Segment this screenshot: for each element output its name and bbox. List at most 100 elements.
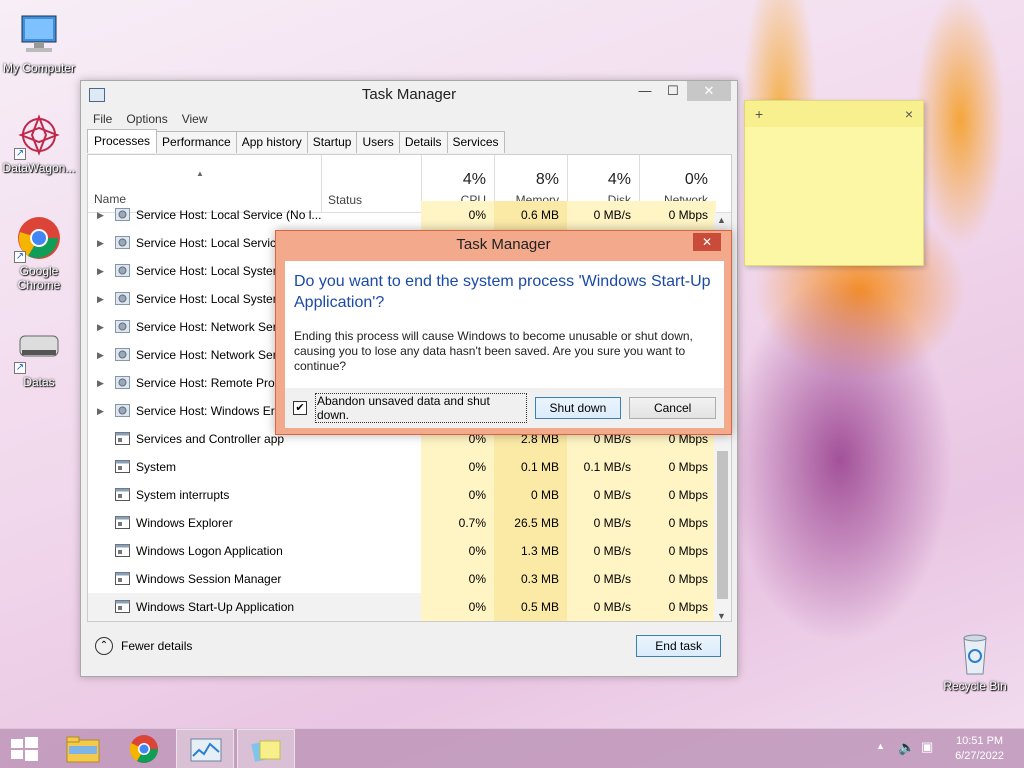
taskbar-clock[interactable]: 10:51 PM 6/27/2022 — [955, 734, 1004, 764]
computer-icon — [16, 12, 62, 58]
checkbox-label[interactable]: Abandon unsaved data and shut down. — [314, 393, 527, 423]
chrome-icon — [129, 735, 158, 763]
process-window-icon — [115, 488, 130, 501]
tab-details[interactable]: Details — [398, 131, 448, 153]
process-window-icon — [115, 600, 130, 613]
process-name: System — [136, 460, 177, 474]
shut-down-button[interactable]: Shut down — [534, 397, 622, 419]
memory-cell: 0.1 MB — [494, 453, 567, 481]
shortcut-arrow-icon: ↗ — [14, 362, 26, 374]
disk-cell: 0.1 MB/s — [567, 453, 639, 481]
network-cell: 0 Mbps — [639, 453, 716, 481]
tab-processes[interactable]: Processes — [87, 129, 158, 153]
desktop-icon-google-chrome[interactable]: ↗ Google Chrome — [1, 215, 77, 292]
fewer-details-button[interactable]: ⌃ Fewer details — [95, 637, 192, 655]
tab-app-history[interactable]: App history — [235, 131, 308, 153]
process-name: Services and Controller app — [136, 432, 285, 446]
dialog-close-icon[interactable]: ✕ — [693, 233, 721, 251]
taskbar-file-explorer[interactable] — [55, 729, 113, 768]
network-cell: 0 Mbps — [639, 565, 716, 593]
cpu-cell: 0% — [421, 481, 494, 509]
expand-chevron-icon[interactable]: ▶ — [97, 341, 104, 369]
desktop-icon-recycle-bin[interactable]: Recycle Bin — [937, 630, 1013, 693]
table-row[interactable]: Windows Session Manager 0% 0.3 MB 0 MB/s 0 M… — [88, 565, 716, 593]
task-manager-app-icon — [89, 88, 105, 102]
process-name: Service Host: Network Serv — [136, 320, 283, 334]
desktop-icon-datas[interactable]: ↗ Datas — [1, 326, 77, 389]
taskbar-task-manager[interactable] — [176, 729, 234, 768]
scroll-down-icon[interactable]: ▼ — [717, 611, 726, 621]
expand-chevron-icon[interactable]: ▶ — [97, 257, 104, 285]
disk-cell: 0 MB/s — [567, 593, 639, 621]
cpu-cell: 0.7% — [421, 509, 494, 537]
service-gear-icon — [115, 264, 130, 277]
expand-chevron-icon[interactable]: ▶ — [97, 369, 104, 397]
window-titlebar[interactable]: Task Manager — ☐ ✕ — [81, 81, 737, 109]
disk-total-pct: 4% — [607, 171, 631, 188]
expand-chevron-icon[interactable]: ▶ — [97, 313, 104, 341]
taskbar-sticky-notes[interactable] — [237, 729, 295, 768]
process-window-icon — [115, 544, 130, 557]
menu-file[interactable]: File — [93, 109, 112, 129]
table-row[interactable]: ▶ Service Host: Local Service (No l... 0% 0… — [88, 201, 716, 229]
end-process-dialog: Task Manager ✕ Do you want to end the sy… — [275, 230, 732, 435]
chrome-icon: ↗ — [14, 215, 62, 263]
bottom-bar: ⌃ Fewer details End task — [95, 628, 721, 664]
volume-muted-icon[interactable]: 🔈 — [898, 739, 915, 756]
taskbar-chrome[interactable] — [115, 729, 173, 768]
process-name: System interrupts — [136, 488, 230, 502]
fewer-details-label: Fewer details — [121, 639, 193, 653]
clock-time: 10:51 PM — [955, 735, 1004, 747]
cpu-total-pct: 4% — [462, 171, 486, 188]
dialog-titlebar[interactable]: Task Manager ✕ — [276, 231, 731, 261]
menu-options[interactable]: Options — [126, 109, 167, 129]
process-name: Service Host: Network Serv — [136, 348, 283, 362]
show-hidden-icons-icon[interactable]: ▲ — [876, 741, 885, 751]
network-icon[interactable]: ▣ — [921, 739, 933, 755]
chevron-up-icon: ⌃ — [95, 637, 113, 655]
table-row[interactable]: Windows Explorer 0.7% 26.5 MB 0 MB/s 0 Mbps — [88, 509, 716, 537]
desktop-icon-label: My Computer — [2, 61, 76, 75]
dialog-description: Ending this process will cause Windows t… — [294, 329, 693, 373]
folder-icon — [66, 736, 100, 763]
tab-startup[interactable]: Startup — [306, 131, 358, 153]
shortcut-arrow-icon: ↗ — [14, 251, 26, 263]
desktop-icon-label: Google Chrome — [17, 264, 61, 292]
menu-view[interactable]: View — [182, 109, 208, 129]
tab-services[interactable]: Services — [446, 131, 505, 153]
windows-logo-icon — [11, 737, 38, 761]
sticky-note-toolbar: + × — [745, 101, 923, 127]
service-gear-icon — [115, 320, 130, 333]
tab-performance[interactable]: Performance — [156, 131, 237, 153]
close-icon[interactable]: ✕ — [687, 81, 731, 101]
table-row[interactable]: System interrupts 0% 0 MB 0 MB/s 0 Mbps — [88, 481, 716, 509]
disk-cell: 0 MB/s — [567, 537, 639, 565]
expand-chevron-icon[interactable]: ▶ — [97, 229, 104, 257]
expand-chevron-icon[interactable]: ▶ — [97, 285, 104, 313]
process-window-icon — [115, 572, 130, 585]
tab-users[interactable]: Users — [356, 131, 400, 153]
minimize-icon[interactable]: — — [631, 81, 659, 101]
close-note-icon[interactable]: × — [905, 106, 913, 122]
desktop-icon-my-computer[interactable]: My Computer — [1, 12, 77, 75]
cpu-cell: 0% — [421, 593, 494, 621]
sticky-note[interactable]: + × — [744, 100, 924, 266]
scroll-up-icon[interactable]: ▲ — [717, 215, 726, 225]
add-note-icon[interactable]: + — [755, 106, 763, 122]
desktop-icon-datawagon[interactable]: ↗ DataWagon... — [1, 112, 77, 175]
abandon-data-checkbox[interactable]: ✔ — [293, 401, 307, 415]
expand-chevron-icon[interactable]: ▶ — [97, 397, 104, 425]
table-row[interactable]: Windows Logon Application 0% 1.3 MB 0 MB/s 0… — [88, 537, 716, 565]
sticky-notes-icon — [251, 740, 281, 762]
start-button[interactable] — [0, 729, 58, 768]
disk-cell: 0 MB/s — [567, 565, 639, 593]
table-row[interactable]: Windows Start-Up Application 0% 0.5 MB 0 MB… — [88, 593, 716, 621]
memory-cell: 0 MB — [494, 481, 567, 509]
scrollbar-thumb[interactable] — [717, 451, 728, 599]
end-task-button[interactable]: End task — [636, 635, 721, 657]
expand-chevron-icon[interactable]: ▶ — [97, 201, 104, 229]
shortcut-arrow-icon: ↗ — [14, 148, 26, 160]
maximize-icon[interactable]: ☐ — [659, 81, 687, 101]
table-row[interactable]: System 0% 0.1 MB 0.1 MB/s 0 Mbps — [88, 453, 716, 481]
cancel-button[interactable]: Cancel — [629, 397, 717, 419]
